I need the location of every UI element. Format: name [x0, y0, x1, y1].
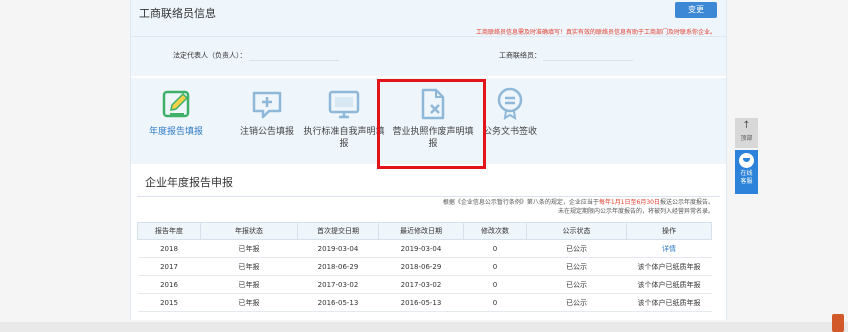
contact-title: 工商联络员信息	[139, 7, 216, 20]
cell-last-date: 2016-05-13	[378, 293, 464, 312]
note-suffix: 报送公示年度报告。	[659, 199, 714, 206]
note-line-2: 未在规定期限内公示年度报告的，将被列入经营异常名录。	[557, 208, 714, 215]
contact-panel: 工商联络员信息 变更 工商联络员信息需及时准确填写！真实有效的联络员信息有助于工…	[131, 0, 726, 76]
cell-public: 已公示	[526, 257, 627, 276]
horizontal-scrollbar[interactable]	[0, 322, 848, 332]
column-header: 公示状态	[526, 222, 627, 240]
cell-times: 0	[463, 239, 527, 258]
details-link[interactable]: 详情	[662, 245, 676, 253]
annual-report-note: 根据《企业信息公示暂行条例》第八条的规定，企业应当于每年1月1日至6月30日报送…	[443, 198, 714, 216]
divider	[131, 36, 726, 37]
cell-last-date: 2019-03-04	[378, 239, 464, 258]
cell-first-date: 2017-03-02	[297, 275, 379, 294]
back-to-top-label: 顶部	[740, 135, 753, 142]
cell-public: 已公示	[526, 293, 627, 312]
official-document-icon	[497, 87, 523, 120]
service-label: 注销公告填报	[239, 127, 294, 137]
cell-year: 2017	[137, 257, 201, 276]
divider	[137, 196, 720, 197]
notice-plus-icon	[252, 91, 282, 119]
highlight-box	[377, 79, 486, 169]
legal-rep-field: 法定代表人（负责人）：	[173, 50, 339, 61]
column-header: 最近修改日期	[378, 222, 464, 240]
cell-times: 0	[463, 275, 527, 294]
cell-year: 2016	[137, 275, 201, 294]
annual-report-table: 报告年度 年报状态 首次提交日期 最近修改日期 修改次数 公示状态 操作 201…	[137, 222, 712, 312]
cell-first-date: 2019-03-04	[297, 239, 379, 258]
table-row: 2018 已年报 2019-03-04 2019-03-04 0 已公示 详情	[137, 239, 712, 258]
legal-rep-value	[248, 50, 339, 61]
cell-times: 0	[463, 293, 527, 312]
contact-person-label: 工商联络员：	[499, 51, 541, 60]
column-header: 操作	[626, 222, 712, 240]
note-deadline: 每年1月1日至6月30日	[598, 199, 660, 206]
table-row: 2017 已年报 2018-06-29 2018-06-29 0 已公示 该个体…	[137, 257, 712, 276]
note-prefix: 根据《企业信息公示暂行条例》第八条的规定，企业应当于	[442, 199, 599, 206]
service-annual-report[interactable]: 年度报告填报	[135, 86, 217, 138]
form-edit-icon	[162, 90, 190, 118]
cell-first-date: 2016-05-13	[297, 293, 379, 312]
cell-action: 该个体户已纸质年报	[626, 275, 712, 294]
cell-first-date: 2018-06-29	[297, 257, 379, 276]
contact-person-value	[543, 50, 634, 61]
cell-last-date: 2017-03-02	[378, 275, 464, 294]
cell-action: 详情	[626, 239, 712, 258]
contact-notice: 工商联络员信息需及时准确填写！真实有效的联络员信息有助于工商部门及时联系你企业。	[475, 29, 716, 36]
table-header-row: 报告年度 年报状态 首次提交日期 最近修改日期 修改次数 公示状态 操作	[137, 222, 712, 240]
column-header: 首次提交日期	[297, 222, 379, 240]
cell-action: 该个体户已纸质年报	[626, 293, 712, 312]
back-to-top-button[interactable]: ↑ 顶部	[735, 118, 758, 148]
cell-public: 已公示	[526, 275, 627, 294]
cell-status: 已年报	[200, 239, 298, 258]
online-service-label-1: 在线	[740, 170, 753, 177]
service-label: 执行标准自我声明填报	[303, 127, 385, 149]
cell-action: 该个体户已纸质年报	[626, 257, 712, 276]
service-label: 年度报告填报	[148, 127, 203, 137]
cell-year: 2018	[137, 239, 201, 258]
arrow-up-icon: ↑	[742, 120, 751, 131]
corner-widget-icon[interactable]	[832, 314, 844, 332]
cell-year: 2015	[137, 293, 201, 312]
annual-report-title: 企业年度报告申报	[145, 176, 233, 189]
online-service-button[interactable]: 在线 客服	[735, 150, 758, 194]
table-row: 2016 已年报 2017-03-02 2017-03-02 0 已公示 该个体…	[137, 275, 712, 294]
contact-person-field: 工商联络员：	[499, 50, 634, 61]
change-button[interactable]: 变更	[675, 2, 717, 18]
column-header: 报告年度	[137, 222, 201, 240]
cell-status: 已年报	[200, 275, 298, 294]
online-service-label-2: 客服	[740, 178, 753, 185]
customer-service-icon	[739, 153, 754, 168]
monitor-icon	[328, 90, 360, 119]
legal-rep-label: 法定代表人（负责人）：	[173, 51, 247, 60]
service-cancel-notice[interactable]: 注销公告填报	[226, 86, 308, 138]
cell-public: 已公示	[526, 239, 627, 258]
cell-times: 0	[463, 257, 527, 276]
cell-last-date: 2018-06-29	[378, 257, 464, 276]
cell-status: 已年报	[200, 257, 298, 276]
column-header: 修改次数	[463, 222, 527, 240]
table-row: 2015 已年报 2016-05-13 2016-05-13 0 已公示 该个体…	[137, 293, 712, 312]
column-header: 年报状态	[200, 222, 298, 240]
cell-status: 已年报	[200, 293, 298, 312]
service-standard-declaration[interactable]: 执行标准自我声明填报	[303, 86, 385, 150]
